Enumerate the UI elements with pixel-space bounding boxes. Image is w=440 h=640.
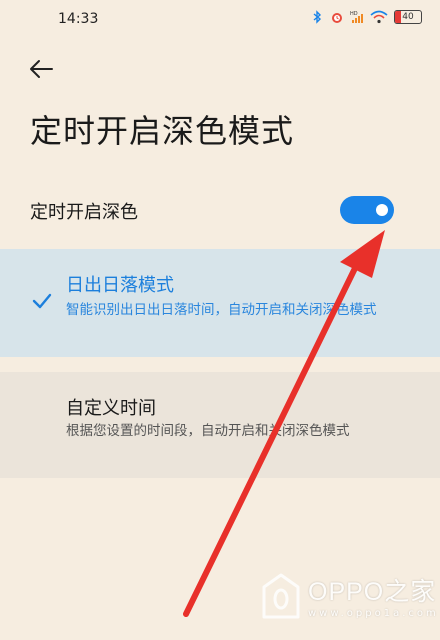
schedule-toggle-switch[interactable] [340,196,394,224]
oppo-home-logo-icon [262,573,300,618]
toggle-knob [376,204,388,216]
schedule-toggle-row[interactable]: 定时开启深色 [30,196,420,226]
option-description: 智能识别出日出日落时间，自动开启和关闭深色模式 [66,302,377,318]
watermark-brand: OPPO之家 [308,578,437,606]
schedule-toggle-label: 定时开启深色 [30,202,138,223]
status-time: 14:33 [58,11,99,27]
option-title: 日出日落模式 [66,275,174,296]
status-bar: 14:33 HD 40 [0,0,440,40]
back-arrow-icon[interactable] [28,58,54,80]
option-description: 根据您设置的时间段，自动开启和关闭深色模式 [66,423,350,439]
wifi-icon [370,10,388,24]
option-sunrise-sunset[interactable]: 日出日落模式 智能识别出日出日落时间，自动开启和关闭深色模式 [0,249,440,357]
status-icons: HD 40 [310,10,422,24]
check-icon [32,293,52,309]
battery-level: 40 [402,12,414,22]
watermark: OPPO之家 www.oppo1a.com [262,572,439,619]
watermark-url: www.oppo1a.com [308,608,439,619]
battery-icon: 40 [394,10,422,24]
option-custom-time[interactable]: 自定义时间 根据您设置的时间段，自动开启和关闭深色模式 [0,372,440,478]
alarm-icon [332,13,342,23]
bluetooth-icon [313,10,322,24]
page-title: 定时开启深色模式 [30,112,295,150]
svg-text:HD: HD [350,11,358,17]
hd-signal-icon: HD [350,11,363,23]
option-title: 自定义时间 [66,398,156,419]
